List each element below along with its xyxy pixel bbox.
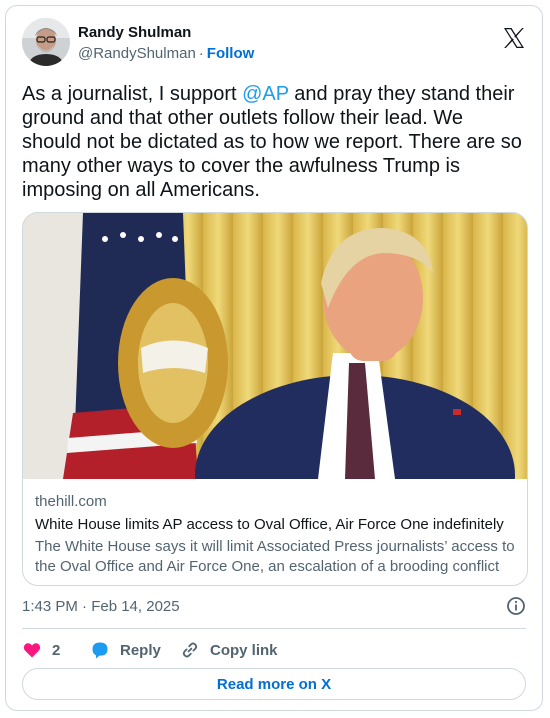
separator: · (198, 45, 204, 62)
author-name[interactable]: Randy Shulman (78, 24, 191, 41)
author-handle-row: @RandyShulman · Follow (78, 45, 254, 62)
tweet-text: As a journalist, I support @AP and pray … (22, 82, 522, 202)
like-button[interactable]: 2 (22, 636, 60, 664)
link-preview-meta: thehill.com White House limits AP access… (35, 493, 515, 577)
link-chain-icon (182, 642, 198, 658)
read-more-button[interactable]: Read more on X (22, 668, 526, 700)
link-preview-card[interactable]: thehill.com White House limits AP access… (22, 212, 528, 586)
embedded-tweet-card: Randy Shulman @RandyShulman · Follow As a … (5, 5, 543, 711)
link-headline: White House limits AP access to Oval Off… (35, 516, 504, 533)
action-bar: 2 Reply Copy link (22, 636, 526, 664)
follow-button[interactable]: Follow (207, 45, 255, 62)
divider (22, 628, 526, 629)
timestamp-row: 1:43 PM · Feb 14, 2025 (22, 596, 526, 620)
info-icon[interactable] (506, 596, 526, 616)
tweet-timestamp[interactable]: 1:43 PM · Feb 14, 2025 (22, 598, 180, 615)
heart-icon (23, 643, 41, 658)
link-domain: thehill.com (35, 493, 107, 510)
copy-link-button[interactable]: Copy link (180, 636, 278, 664)
tweet-header: Randy Shulman @RandyShulman · Follow (22, 18, 526, 70)
x-logo-icon[interactable] (502, 26, 526, 50)
author-handle[interactable]: @RandyShulman (78, 45, 196, 62)
link-preview-image[interactable] (23, 213, 527, 575)
avatar[interactable] (22, 18, 70, 66)
link-description: The White House says it will limit Assoc… (35, 538, 515, 575)
mention-link[interactable]: @AP (242, 83, 289, 105)
like-count: 2 (52, 641, 61, 659)
tweet-text-before: As a journalist, I support (22, 83, 243, 105)
copy-link-label: Copy link (210, 641, 278, 659)
reply-label: Reply (120, 641, 161, 659)
reply-button[interactable]: Reply (90, 636, 161, 664)
reply-bubble-icon (92, 642, 108, 659)
